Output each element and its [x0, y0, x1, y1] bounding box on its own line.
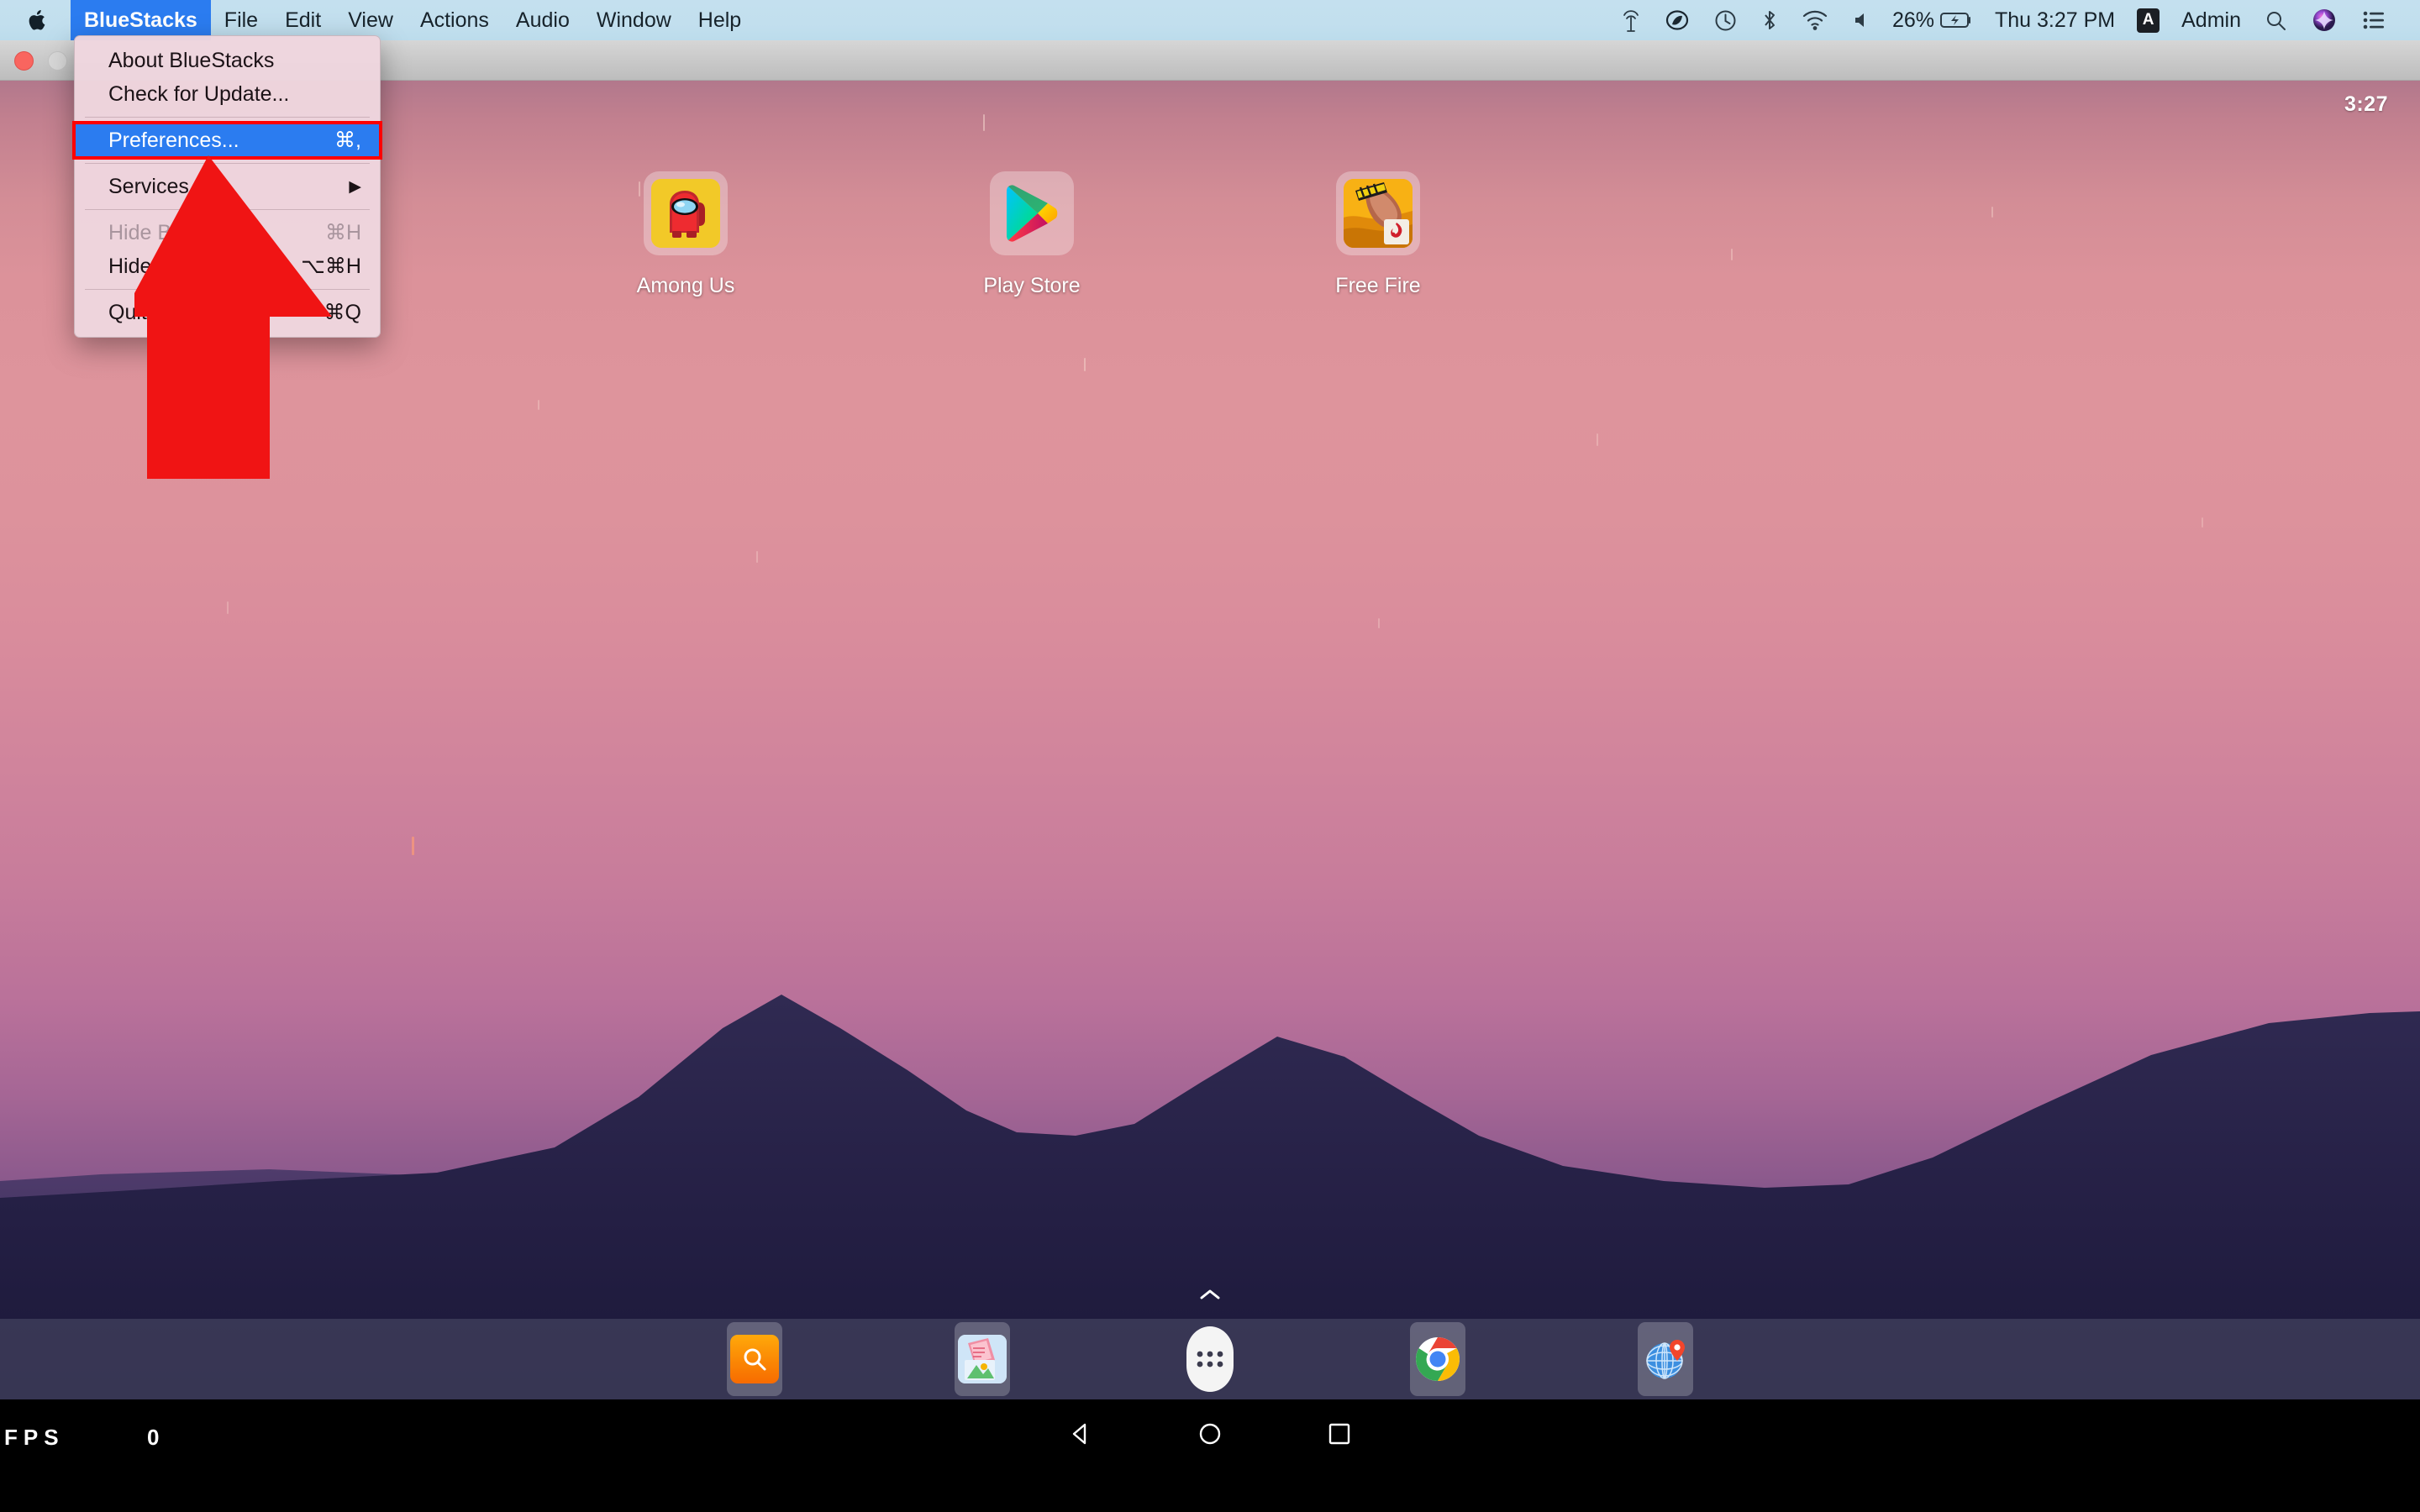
menu-separator: [85, 117, 370, 118]
menu-help[interactable]: Help: [685, 0, 755, 40]
input-source-badge[interactable]: A: [2127, 0, 2170, 40]
menu-actions[interactable]: Actions: [407, 0, 502, 40]
google-play-store-icon: [990, 171, 1074, 255]
menu-bar-status-area: 26% Thu 3:27 PM A Admin: [1609, 0, 2420, 40]
recents-nav-icon[interactable]: [1325, 1420, 1354, 1452]
app-icon-among-us[interactable]: Among Us: [513, 171, 859, 298]
menu-bluestacks[interactable]: BlueStacks: [71, 0, 211, 40]
app-label: Play Store: [983, 274, 1081, 297]
menu-bar-clock[interactable]: Thu 3:27 PM: [1983, 8, 2127, 33]
dock-chrome[interactable]: [1410, 1322, 1465, 1396]
wifi-icon[interactable]: [1790, 0, 1840, 40]
dock-app-drawer[interactable]: [1182, 1322, 1238, 1396]
siri-icon[interactable]: [2299, 0, 2349, 40]
dock-search[interactable]: [727, 1322, 782, 1396]
input-source-letter: A: [2137, 8, 2160, 33]
airplay-icon[interactable]: [1609, 0, 1653, 40]
user-menu[interactable]: Admin: [2170, 8, 2253, 33]
close-window-button[interactable]: [14, 51, 34, 71]
menu-file[interactable]: File: [211, 0, 271, 40]
battery-charging-icon: [1939, 13, 1970, 28]
macos-menu-bar: BlueStacks File Edit View Actions Audio …: [0, 0, 2420, 40]
app-label: Among Us: [636, 274, 735, 297]
menu-item-shortcut: ⌘,: [334, 129, 361, 152]
nvidia-icon[interactable]: [1653, 0, 1702, 40]
menu-item-about-bluestacks[interactable]: About BlueStacks: [75, 44, 380, 77]
among-us-icon: [644, 171, 728, 255]
app-icon-play-store[interactable]: Play Store: [859, 171, 1205, 298]
red-up-arrow-pointer: [134, 155, 332, 479]
spotlight-search-icon[interactable]: [2253, 0, 2299, 40]
battery-status[interactable]: 26%: [1884, 0, 1983, 40]
menu-edit[interactable]: Edit: [271, 0, 334, 40]
dock-gallery[interactable]: [955, 1322, 1010, 1396]
bluetooth-icon[interactable]: [1749, 0, 1790, 40]
home-nav-icon[interactable]: [1196, 1420, 1224, 1452]
menu-item-preferences[interactable]: Preferences... ⌘,: [72, 121, 382, 160]
chevron-up-icon[interactable]: [0, 1284, 2420, 1305]
android-dock: [0, 1319, 2420, 1399]
menu-window[interactable]: Window: [583, 0, 685, 40]
back-nav-icon[interactable]: [1066, 1420, 1095, 1452]
app-label: Free Fire: [1335, 274, 1421, 297]
app-icon-free-fire[interactable]: Free Fire: [1205, 171, 1551, 298]
volume-icon[interactable]: [1840, 0, 1884, 40]
android-nav-buttons: [0, 1420, 2420, 1452]
menu-item-label: About BlueStacks: [108, 48, 275, 72]
submenu-chevron-icon: ▶: [349, 177, 361, 196]
notification-center-icon[interactable]: [2349, 0, 2398, 40]
dock-browser[interactable]: [1638, 1322, 1693, 1396]
minimize-window-button[interactable]: [48, 51, 67, 71]
menu-item-label: Preferences...: [108, 128, 239, 152]
menu-item-label: Check for Update...: [108, 81, 290, 106]
menu-item-check-for-update[interactable]: Check for Update...: [75, 77, 380, 111]
menu-view[interactable]: View: [334, 0, 407, 40]
free-fire-icon: [1336, 171, 1420, 255]
apple-logo-icon[interactable]: [29, 8, 49, 32]
bluestacks-bottom-bar: FPS 0: [0, 1399, 2420, 1512]
android-status-clock: 3:27: [2344, 92, 2388, 116]
battery-percent-label: 26%: [1891, 8, 1934, 32]
menu-audio[interactable]: Audio: [502, 0, 583, 40]
time-machine-icon[interactable]: [1702, 0, 1749, 40]
